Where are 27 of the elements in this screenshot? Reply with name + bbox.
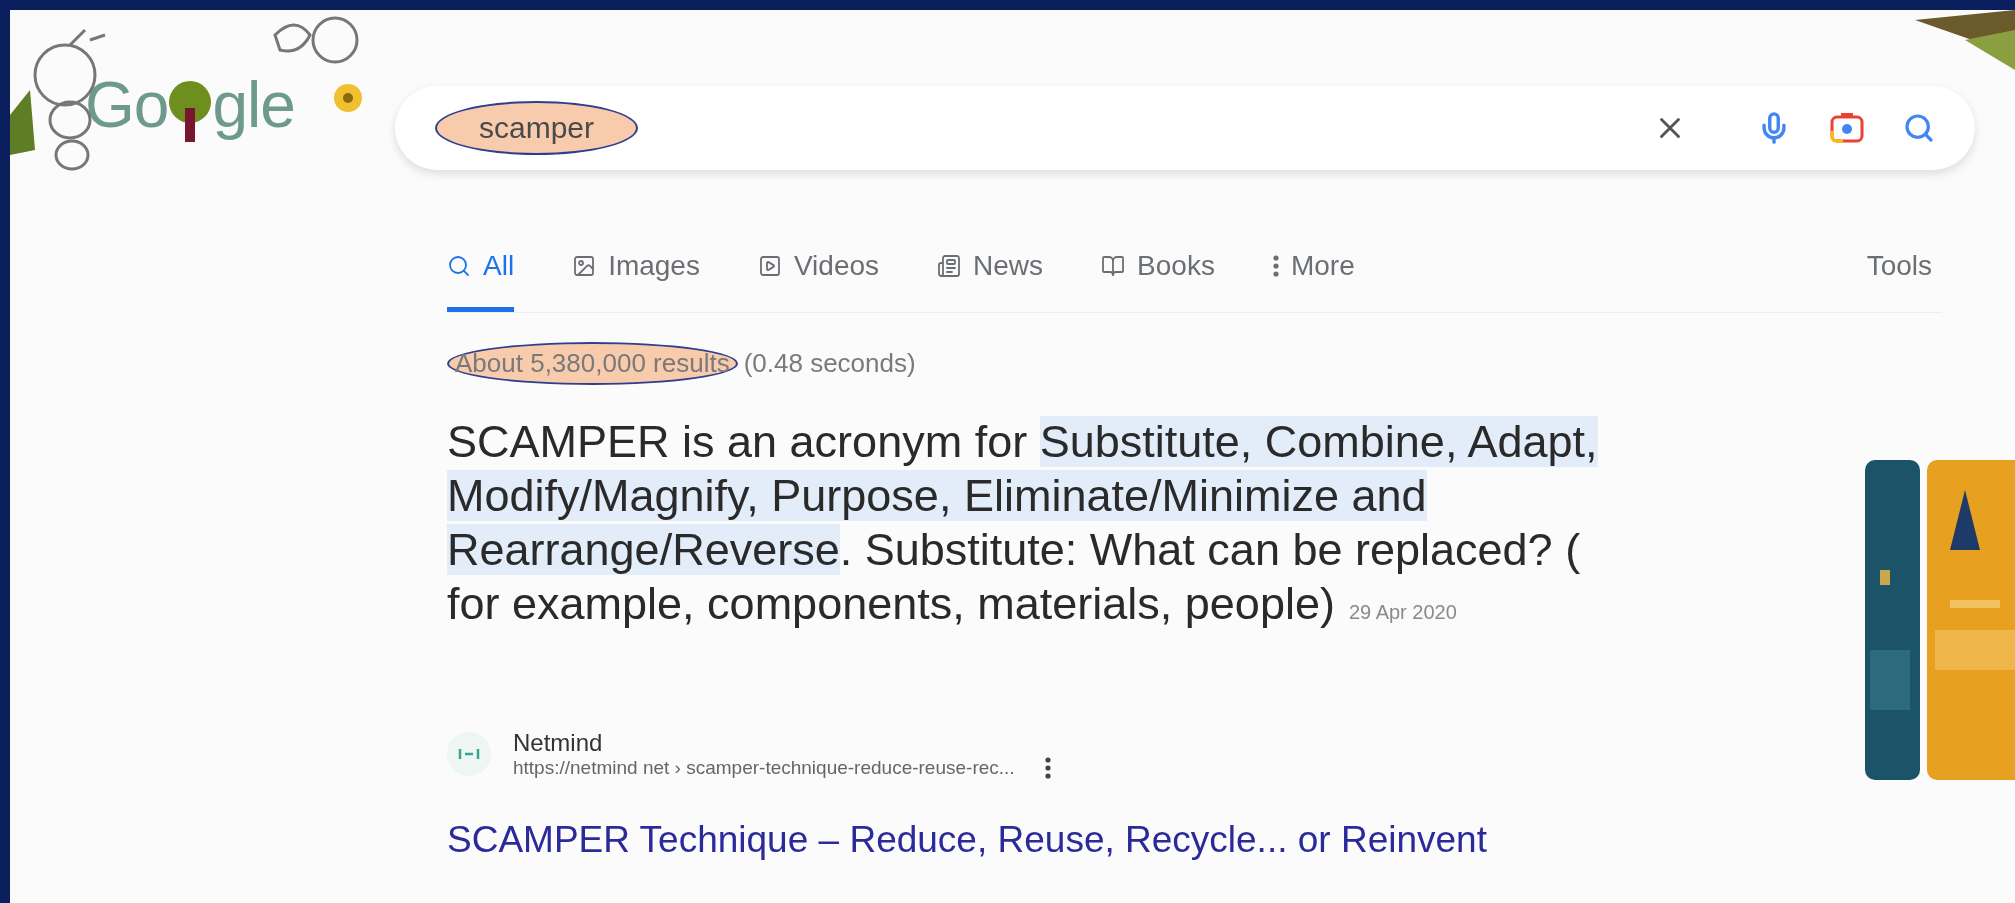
tab[interactable]: All — [447, 220, 515, 312]
image-icon — [572, 254, 597, 278]
tab[interactable]: Videos — [757, 220, 880, 312]
search-icon — [447, 254, 471, 278]
result-title-link[interactable]: SCAMPER Technique – Reduce, Reuse, Recycle... or Reinvent — [447, 819, 1487, 861]
tab[interactable]: Books — [1101, 220, 1215, 312]
search-field[interactable]: scamper — [435, 101, 639, 155]
tree-icon — [168, 80, 213, 142]
site-icon — [447, 732, 491, 776]
camera-icon[interactable] — [1829, 111, 1865, 145]
tab[interactable]: News — [937, 220, 1044, 312]
search-bar[interactable]: scamper — [395, 86, 1975, 170]
book-icon — [1101, 254, 1126, 278]
newspaper-icon — [937, 254, 962, 278]
results-count: About 5,380,000 results — [447, 341, 738, 385]
tools-button[interactable]: Tools — [1866, 250, 1932, 282]
tab[interactable]: Images — [572, 220, 700, 312]
search-icon[interactable] — [1903, 112, 1935, 144]
search-time: (0.48 seconds) — [743, 347, 916, 379]
site-name: Netmind — [513, 729, 604, 757]
more-icon[interactable] — [1044, 757, 1051, 779]
snippet-text: SCAMPER is an acronym for Substitute, Combine, Adapt, Modify/Magnify, Purpose, Eliminate/Minimize and Rearrange/Reverse. Substitute: What can be replaced? ( for example, components, materials, people) 29 Apr 2020 — [447, 415, 1599, 631]
more-icon — [1272, 255, 1279, 277]
play-icon — [757, 254, 782, 278]
tab[interactable]: More — [1272, 220, 1355, 312]
result-url: https://netmind net › scamper-technique-reduce-reuse-rec... — [513, 757, 1015, 779]
logo[interactable]: Go gle — [85, 68, 295, 142]
